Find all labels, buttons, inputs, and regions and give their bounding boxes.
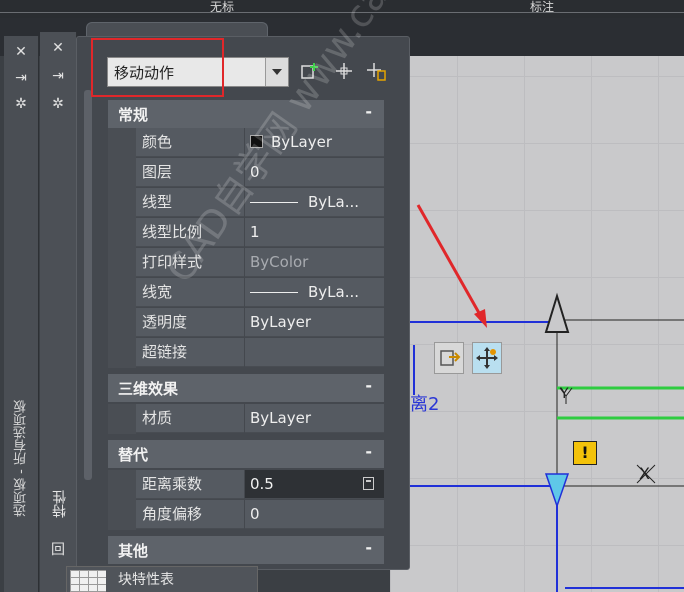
collapse-icon[interactable]: -	[365, 538, 372, 557]
prop-row-material[interactable]: 材质 ByLayer	[108, 404, 384, 434]
prop-value-distance-multiplier[interactable]: 0.5	[245, 470, 384, 499]
row-gutter	[108, 188, 136, 218]
prop-row-linetype-scale[interactable]: 线型比例 1	[108, 218, 384, 248]
red-arrow-1-head	[474, 309, 487, 328]
warning-icon[interactable]: !	[573, 441, 597, 465]
row-gutter	[108, 404, 136, 434]
section-override[interactable]: 替代 -	[108, 440, 384, 468]
block-table-label: 块特性表	[118, 572, 174, 588]
close-icon[interactable]: ✕	[11, 42, 31, 62]
table-icon	[70, 570, 106, 592]
grip-menu-icon-a[interactable]	[434, 342, 464, 374]
dimension-text: 离2	[410, 394, 440, 415]
parameter-grip-icon	[440, 350, 461, 366]
row-gutter	[108, 248, 136, 278]
grip-menu-icon-b[interactable]	[472, 342, 502, 374]
red-arrow-1	[416, 204, 485, 321]
grip-triangle-bottom	[544, 473, 570, 509]
tool-palette-title: 选项板 - 所有选项板	[14, 400, 29, 517]
section-general-label: 常规	[118, 106, 149, 124]
axis-y-label: Y	[560, 386, 569, 402]
prop-label: 材质	[136, 404, 244, 433]
highlight-box	[91, 38, 224, 97]
prop-row-transparency[interactable]: 透明度 ByLayer	[108, 308, 384, 338]
row-gutter	[108, 470, 136, 500]
section-override-label: 替代	[118, 446, 149, 464]
properties-palette-title: 特性	[52, 490, 68, 518]
cross-label: X	[639, 464, 650, 483]
lineweight-sample	[250, 292, 298, 293]
prop-row-plot-style[interactable]: 打印样式 ByColor	[108, 248, 384, 278]
pin-icon[interactable]: ⇥	[48, 66, 68, 86]
autocad-workspace: 无标 标注 离2 ! Y X ✕ ⇥ ✲ 选项板 - 所有选项板 ✕ ⇥ ✲ 特…	[0, 0, 684, 592]
row-gutter	[108, 158, 136, 188]
prop-value-text: ByLa...	[308, 193, 360, 211]
prop-value-hyperlink[interactable]	[245, 338, 384, 367]
calculator-icon[interactable]	[363, 477, 374, 490]
prop-label: 角度偏移	[136, 500, 244, 529]
toggle-pickadd-icon[interactable]	[364, 60, 388, 84]
prop-row-distance-multiplier[interactable]: 距离乘数 0.5	[108, 470, 384, 500]
row-gutter	[108, 308, 136, 338]
prop-value-transparency[interactable]: ByLayer	[245, 308, 384, 337]
row-gutter	[108, 218, 136, 248]
prop-value-angle-offset[interactable]: 0	[245, 500, 384, 529]
close-icon[interactable]: ✕	[48, 38, 68, 58]
section-3d-label: 三维效果	[118, 380, 179, 398]
prop-value-text: ByLa...	[308, 283, 360, 301]
move-grip-icon	[476, 347, 498, 369]
prop-row-hyperlink[interactable]: 超链接	[108, 338, 384, 368]
section-other-label: 其他	[118, 542, 149, 560]
prop-row-lineweight[interactable]: 线宽 ByLa...	[108, 278, 384, 308]
properties-scrollbar[interactable]	[84, 90, 92, 480]
row-gutter	[108, 278, 136, 308]
collapse-icon[interactable]: -	[365, 442, 372, 461]
section-other[interactable]: 其他 -	[108, 536, 384, 564]
row-gutter	[108, 128, 136, 158]
prop-value-material[interactable]: ByLayer	[245, 404, 384, 433]
row-gutter	[108, 500, 136, 530]
prop-value-linetype[interactable]: ByLa...	[245, 188, 384, 217]
collapse-icon[interactable]: -	[365, 102, 372, 121]
prop-value-lineweight[interactable]: ByLa...	[245, 278, 384, 307]
settings-icon[interactable]: ✲	[48, 94, 68, 114]
palette-bottom-icon[interactable]: 回	[48, 540, 68, 560]
prop-value-linetype-scale[interactable]: 1	[245, 218, 384, 247]
prop-label: 距离乘数	[136, 470, 244, 499]
section-3d-effects[interactable]: 三维效果 -	[108, 374, 384, 402]
prop-label: 超链接	[136, 338, 244, 367]
prop-value-plot-style: ByColor	[245, 248, 384, 277]
pin-icon[interactable]: ⇥	[11, 68, 31, 88]
grip-triangle-top	[544, 292, 570, 333]
row-gutter	[108, 338, 136, 368]
prop-row-angle-offset[interactable]: 角度偏移 0	[108, 500, 384, 530]
prop-value-text: 0.5	[250, 475, 274, 493]
prop-label: 透明度	[136, 308, 244, 337]
settings-icon[interactable]: ✲	[11, 94, 31, 114]
collapse-icon[interactable]: -	[365, 376, 372, 395]
